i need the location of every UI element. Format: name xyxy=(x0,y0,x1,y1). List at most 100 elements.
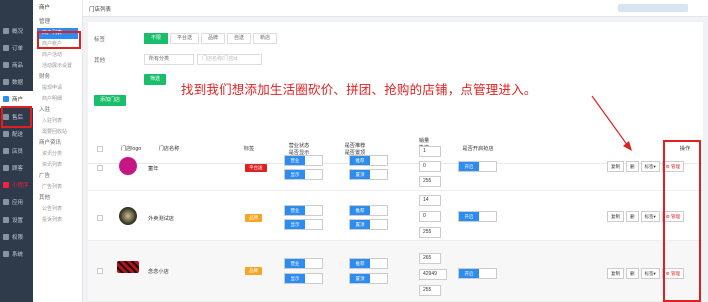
open-toggle[interactable]: 开启 xyxy=(458,268,497,279)
sub-group-title: 入驻 xyxy=(39,107,51,113)
sort-input[interactable]: 255 xyxy=(419,227,441,238)
tag-option[interactable]: 平台送 xyxy=(170,33,200,44)
annotation-text: 找到我们想添加生活圈砍价、拼团、抢购的店铺，点管理进入。 xyxy=(181,82,537,97)
tag-dropdown[interactable]: 标签▾ xyxy=(640,161,660,172)
add-store-button[interactable]: 添加门店 xyxy=(94,95,127,106)
sort-input[interactable]: 255 xyxy=(419,285,441,296)
main-nav-rail: 概况 订单 商品 数据 商户 售后 配送 店员 顾客 小程序 应用 设置 权限 … xyxy=(0,0,33,302)
sub-group-title: 其他 xyxy=(39,195,51,201)
tag-option[interactable]: 新店 xyxy=(253,33,278,44)
tag-dropdown[interactable]: 标签▾ xyxy=(640,268,660,279)
nav-apps[interactable]: 应用 xyxy=(0,194,33,211)
highlight-box-merchant-list xyxy=(37,31,81,49)
row-checkbox[interactable] xyxy=(97,165,103,171)
highlight-box-manage xyxy=(663,140,701,302)
copy-button[interactable]: 复制 xyxy=(607,268,624,279)
status-toggle[interactable]: 营业 xyxy=(284,155,323,166)
open-toggle[interactable]: 开启 xyxy=(458,161,497,172)
tag-option[interactable]: 自送 xyxy=(227,33,252,44)
sub-item[interactable]: 广告列表 xyxy=(33,182,82,193)
tag-dropdown[interactable]: 标签▾ xyxy=(640,211,660,222)
nav-settings[interactable]: 设置 xyxy=(0,211,33,228)
row-checkbox[interactable] xyxy=(97,268,103,274)
highlight-box-merchant xyxy=(1,106,32,128)
customers-icon xyxy=(3,165,9,172)
store-logo xyxy=(119,207,137,225)
recommend-toggle[interactable]: 推荐 xyxy=(349,155,388,166)
top-toggle[interactable]: 置顶 xyxy=(349,169,388,180)
show-toggle[interactable]: 显示 xyxy=(284,219,323,230)
category-select[interactable]: 所有分类 xyxy=(144,54,194,65)
sub-item[interactable]: 商户活动 xyxy=(33,50,82,61)
nav-miniapp[interactable]: 小程序 xyxy=(0,177,33,194)
sub-item[interactable]: 公告列表 xyxy=(33,204,82,215)
nav-staff[interactable]: 店员 xyxy=(0,142,33,159)
permissions-icon xyxy=(3,233,9,240)
store-name[interactable]: 外卖测试店 xyxy=(148,215,174,222)
tag-option-all[interactable]: 不限 xyxy=(144,33,169,44)
store-tag-badge: 品牌 xyxy=(245,214,262,222)
sales-input[interactable]: 265 xyxy=(419,253,441,264)
merchant-icon xyxy=(3,96,9,103)
heat-input[interactable]: 0 xyxy=(419,211,441,222)
delivery-icon xyxy=(3,130,9,137)
heat-input[interactable]: 0 xyxy=(419,161,441,172)
nav-customers[interactable]: 顾客 xyxy=(0,160,33,177)
miniapp-icon xyxy=(3,182,9,189)
store-search-input[interactable]: 门店名称/门店id xyxy=(197,54,262,65)
sub-item[interactable]: 资讯列表 xyxy=(33,160,82,171)
recommend-toggle[interactable]: 推荐 xyxy=(349,205,388,216)
show-toggle[interactable]: 显示 xyxy=(284,169,323,180)
sub-item[interactable]: 入驻列表 xyxy=(33,116,82,127)
main-panel: 标签 不限 平台送 品牌 自送 新店 其他 所有分类 门店名称/门店id 筛选 … xyxy=(88,22,703,302)
sub-item[interactable]: 提现申请 xyxy=(33,83,82,94)
copy-button[interactable]: 复制 xyxy=(607,211,624,222)
other-filter-row: 其他 所有分类 门店名称/门店id xyxy=(94,54,262,65)
staff-icon xyxy=(3,147,9,154)
recommend-toggle[interactable]: 推荐 xyxy=(349,258,388,269)
tag-filter-label: 标签 xyxy=(94,36,106,43)
row-checkbox[interactable] xyxy=(97,215,103,221)
system-icon xyxy=(3,251,9,258)
store-name[interactable]: 童年 xyxy=(148,165,158,172)
copy-button[interactable]: 复制 xyxy=(607,161,624,172)
top-toggle[interactable]: 置顶 xyxy=(349,273,388,284)
table-row: 童年 平台送 营业 显示 推荐 置顶 1 0 255 开启 复制 删 标签▾ ⚙… xyxy=(88,142,703,191)
heat-input[interactable]: 42949 xyxy=(419,269,447,280)
table-row: 念念小店 品牌 营业 显示 推荐 置顶 265 42949 255 开启 复制 … xyxy=(88,241,703,302)
user-area[interactable] xyxy=(618,4,688,12)
open-toggle[interactable]: 开启 xyxy=(458,211,497,222)
filter-button[interactable]: 筛选 xyxy=(144,74,167,85)
nav-system[interactable]: 系统 xyxy=(0,245,33,262)
status-toggle[interactable]: 营业 xyxy=(284,205,323,216)
tag-option[interactable]: 品牌 xyxy=(201,33,226,44)
store-logo xyxy=(117,261,139,273)
store-name[interactable]: 念念小店 xyxy=(148,268,169,275)
apps-icon xyxy=(3,199,9,206)
sub-item[interactable]: 活动展示设置 xyxy=(33,61,82,72)
store-logo xyxy=(119,157,137,175)
top-toggle[interactable]: 置顶 xyxy=(349,219,388,230)
sub-item[interactable]: 需要回收站 xyxy=(33,127,82,138)
sub-group-title: 管理 xyxy=(39,19,51,25)
delete-button[interactable]: 删 xyxy=(626,268,639,279)
show-toggle[interactable]: 显示 xyxy=(284,273,323,284)
status-toggle[interactable]: 营业 xyxy=(284,258,323,269)
sub-group-title: 商户资讯 xyxy=(39,140,62,146)
sales-input[interactable]: 1 xyxy=(419,146,441,157)
delete-button[interactable]: 删 xyxy=(626,161,639,172)
nav-overview[interactable]: 概况 xyxy=(0,22,33,39)
nav-goods[interactable]: 商品 xyxy=(0,56,33,73)
delete-button[interactable]: 删 xyxy=(626,211,639,222)
store-tag-badge: 平台送 xyxy=(245,164,267,172)
sub-item[interactable]: 商户明细 xyxy=(33,94,82,105)
nav-data[interactable]: 数据 xyxy=(0,74,33,91)
sub-item[interactable]: 投诉列表 xyxy=(33,215,82,226)
sub-item[interactable]: 资讯分类 xyxy=(33,149,82,160)
nav-permissions[interactable]: 权限 xyxy=(0,228,33,245)
app-window: 概况 订单 商品 数据 商户 售后 配送 店员 顾客 小程序 应用 设置 权限 … xyxy=(0,0,708,302)
nav-orders[interactable]: 订单 xyxy=(0,39,33,56)
data-icon xyxy=(3,79,9,86)
sort-input[interactable]: 255 xyxy=(419,176,441,187)
sales-input[interactable]: 14 xyxy=(419,195,441,206)
